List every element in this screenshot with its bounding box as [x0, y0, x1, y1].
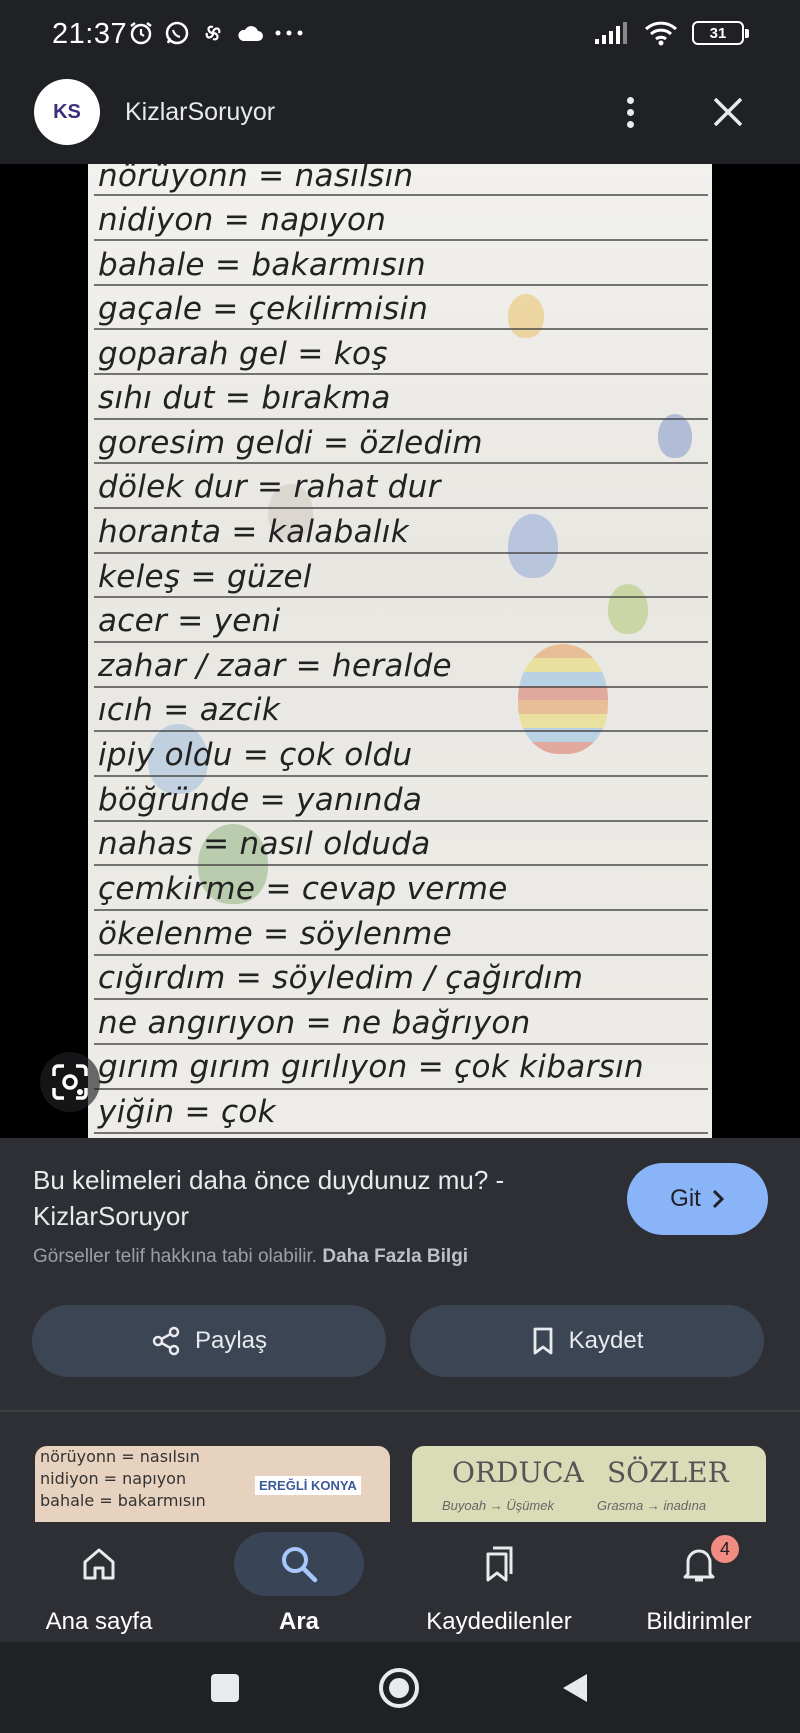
handwritten-line: nörüyonn = nasılsın [98, 164, 414, 194]
alarm-icon [130, 22, 152, 45]
nav-label: Ara [278, 1608, 320, 1635]
nav-icon-container [34, 1532, 164, 1596]
share-button[interactable]: Paylaş [32, 1305, 386, 1377]
search-icon [282, 1547, 318, 1583]
visit-button-label: Git [670, 1185, 701, 1212]
related-images: nörüyonn = nasılsın nidiyon = napıyon ba… [0, 1412, 800, 1522]
home-icon [83, 1548, 115, 1580]
handwritten-line: keleş = güzel [98, 559, 312, 595]
more-notifications-icon [275, 30, 303, 36]
nav-label: Kaydedilenler [426, 1608, 572, 1635]
more-info-link[interactable]: Daha Fazla Bilgi [322, 1246, 468, 1267]
battery-icon: 31 [692, 21, 749, 45]
notification-badge: 4 [708, 1532, 742, 1566]
image-preview[interactable]: nörüyonn = nasılsın nidiyon = napıyon ba… [0, 164, 800, 1138]
handwritten-line: horanta = kalabalık [98, 514, 409, 550]
nav-search[interactable]: Ara [209, 1532, 389, 1640]
close-icon [713, 97, 743, 127]
handwritten-line: gırım gırım gırılıyon = çok kibarsın [98, 1049, 644, 1085]
handwritten-line: goresim geldi = özledim [98, 425, 483, 461]
status-system-icons: 31 [594, 20, 749, 46]
site-name[interactable]: KizlarSoruyor [125, 98, 275, 127]
thumb-heading-left: ORDUCA [452, 1456, 584, 1489]
handwritten-line: acer = yeni [98, 603, 281, 639]
handwritten-line: ne angırıyon = ne bağrıyon [98, 1005, 531, 1041]
nav-icon-container [234, 1532, 364, 1596]
status-time: 21:37 [52, 18, 128, 50]
viewer-header: KS KizlarSoruyor [0, 70, 800, 164]
handwritten-line: yiğin = çok [98, 1094, 276, 1130]
handwritten-line: nidiyon = napıyon [98, 202, 387, 238]
wifi-icon [644, 21, 678, 46]
handwritten-line: böğründe = yanında [98, 782, 423, 818]
thumb-text-line: nörüyonn = nasılsın [40, 1447, 200, 1466]
pinwheel-icon [205, 25, 221, 41]
nav-label: Ana sayfa [45, 1608, 153, 1635]
image-title[interactable]: Bu kelimeleri daha önce duydunuz mu? - K… [33, 1162, 593, 1234]
chevron-right-icon [712, 1189, 724, 1209]
whatsapp-icon [165, 21, 189, 45]
recents-button[interactable] [203, 1666, 247, 1710]
related-image-thumb[interactable]: ORDUCA SÖZLER Buyoah → Üşümek Grasma → i… [412, 1446, 766, 1522]
more-dot [626, 120, 634, 128]
notebook-image: nörüyonn = nasılsın nidiyon = napıyon ba… [88, 164, 712, 1138]
nav-label: Bildirimler [646, 1608, 752, 1635]
share-icon [152, 1326, 180, 1356]
handwritten-line: çemkirme = cevap verme [98, 871, 508, 907]
visit-button[interactable]: Git [627, 1163, 768, 1235]
share-button-label: Paylaş [194, 1327, 268, 1354]
thumb-heading-right: SÖZLER [607, 1456, 729, 1489]
handwritten-line: ökelenme = söylenme [98, 916, 453, 952]
handwritten-line: ipiy oldu = çok oldu [98, 737, 413, 773]
handwritten-line: dölek dur = rahat dur [98, 469, 441, 505]
copyright-text: Görseller telif hakkına tabi olabilir. [33, 1246, 318, 1267]
nav-notifications[interactable]: 4 Bildirimler [609, 1532, 789, 1640]
bottom-navigation: Ana sayfa Ara Kaydedilenler 4 Bildirimle… [0, 1522, 800, 1642]
more-options-button[interactable] [612, 88, 648, 136]
handwritten-line: bahale = bakarmısın [98, 247, 426, 283]
back-button[interactable] [553, 1666, 597, 1710]
handwritten-line: sıhı dut = bırakma [98, 380, 391, 416]
lens-search-button[interactable] [40, 1052, 100, 1112]
nav-icon-container: 4 [634, 1532, 764, 1596]
bookmark-icon [533, 1327, 553, 1355]
status-notification-icons [128, 20, 304, 46]
home-circle-icon [379, 1668, 419, 1708]
handwritten-line: zahar / zaar = heralde [98, 648, 452, 684]
more-dot [626, 96, 634, 104]
bookmarks-icon [486, 1546, 513, 1582]
home-system-button[interactable] [377, 1666, 421, 1710]
handwritten-line: goparah gel = koş [98, 336, 388, 372]
save-button[interactable]: Kaydet [410, 1305, 764, 1377]
image-info-panel: Bu kelimeleri daha önce duydunuz mu? - K… [0, 1138, 800, 1411]
handwritten-line: ıcıh = azcik [98, 692, 281, 728]
status-bar: 21:37 31 [0, 0, 800, 70]
back-triangle-icon [563, 1674, 587, 1702]
recents-icon [211, 1674, 239, 1702]
signal-icon [595, 22, 627, 44]
related-image-thumb[interactable]: nörüyonn = nasılsın nidiyon = napıyon ba… [35, 1446, 390, 1522]
site-logo[interactable]: KS [34, 79, 100, 145]
lens-icon [52, 1064, 88, 1100]
close-button[interactable] [704, 88, 752, 136]
handwritten-line: gaçale = çekilirmisin [98, 291, 429, 327]
system-navigation-bar [0, 1642, 800, 1733]
nav-home[interactable]: Ana sayfa [9, 1532, 189, 1640]
handwritten-line: nahas = nasıl olduda [98, 826, 431, 862]
handwritten-line: cığırdım = söyledim / çağırdım [98, 960, 584, 996]
battery-level: 31 [709, 24, 727, 42]
nav-saved[interactable]: Kaydedilenler [409, 1532, 589, 1640]
more-dot [626, 108, 634, 116]
nav-icon-container [434, 1532, 564, 1596]
copyright-notice: Görseller telif hakkına tabi olabilir. D… [33, 1246, 468, 1268]
thumb-subtext-left: Buyoah → Üşümek [442, 1498, 554, 1513]
thumb-badge: EREĞLİ KONYA [255, 1476, 361, 1495]
site-logo-text: KS [53, 100, 81, 123]
cloud-icon [238, 26, 263, 41]
thumb-subtext-right: Grasma → inadına [597, 1498, 707, 1513]
save-button-label: Kaydet [568, 1327, 644, 1354]
